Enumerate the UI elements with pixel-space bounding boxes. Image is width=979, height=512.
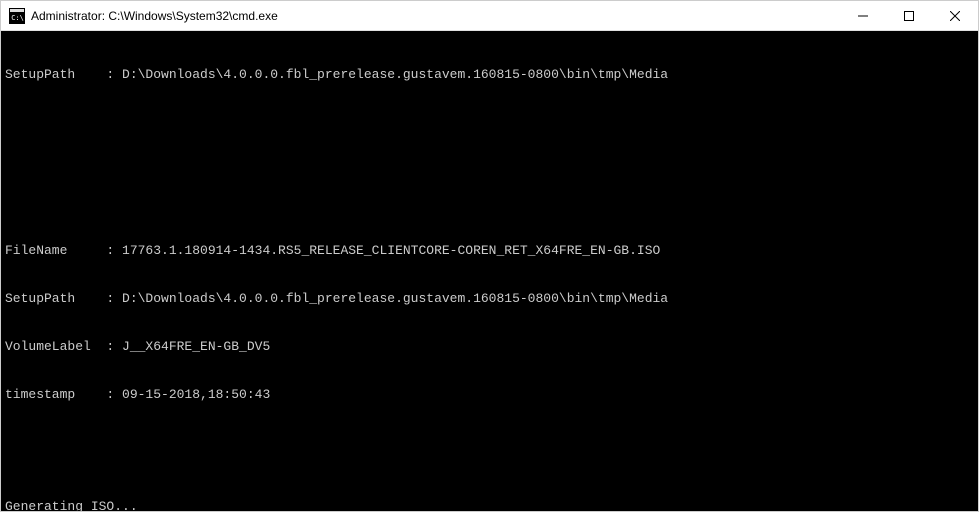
window-title: Administrator: C:\Windows\System32\cmd.e… bbox=[31, 9, 840, 23]
titlebar[interactable]: C:\ Administrator: C:\Windows\System32\c… bbox=[1, 1, 978, 31]
terminal-output[interactable]: SetupPath : D:\Downloads\4.0.0.0.fbl_pre… bbox=[1, 31, 978, 511]
svg-text:C:\: C:\ bbox=[11, 14, 24, 22]
terminal-line: Generating ISO... bbox=[5, 499, 974, 511]
close-button[interactable] bbox=[932, 1, 978, 31]
terminal-line: timestamp : 09-15-2018,18:50:43 bbox=[5, 387, 974, 403]
minimize-button[interactable] bbox=[840, 1, 886, 31]
maximize-button[interactable] bbox=[886, 1, 932, 31]
terminal-line: VolumeLabel : J__X64FRE_EN-GB_DV5 bbox=[5, 339, 974, 355]
terminal-line: SetupPath : D:\Downloads\4.0.0.0.fbl_pre… bbox=[5, 291, 974, 307]
window-controls bbox=[840, 1, 978, 31]
cmd-icon: C:\ bbox=[9, 8, 25, 24]
terminal-line: SetupPath : D:\Downloads\4.0.0.0.fbl_pre… bbox=[5, 67, 974, 83]
terminal-line: FileName : 17763.1.180914-1434.RS5_RELEA… bbox=[5, 243, 974, 259]
